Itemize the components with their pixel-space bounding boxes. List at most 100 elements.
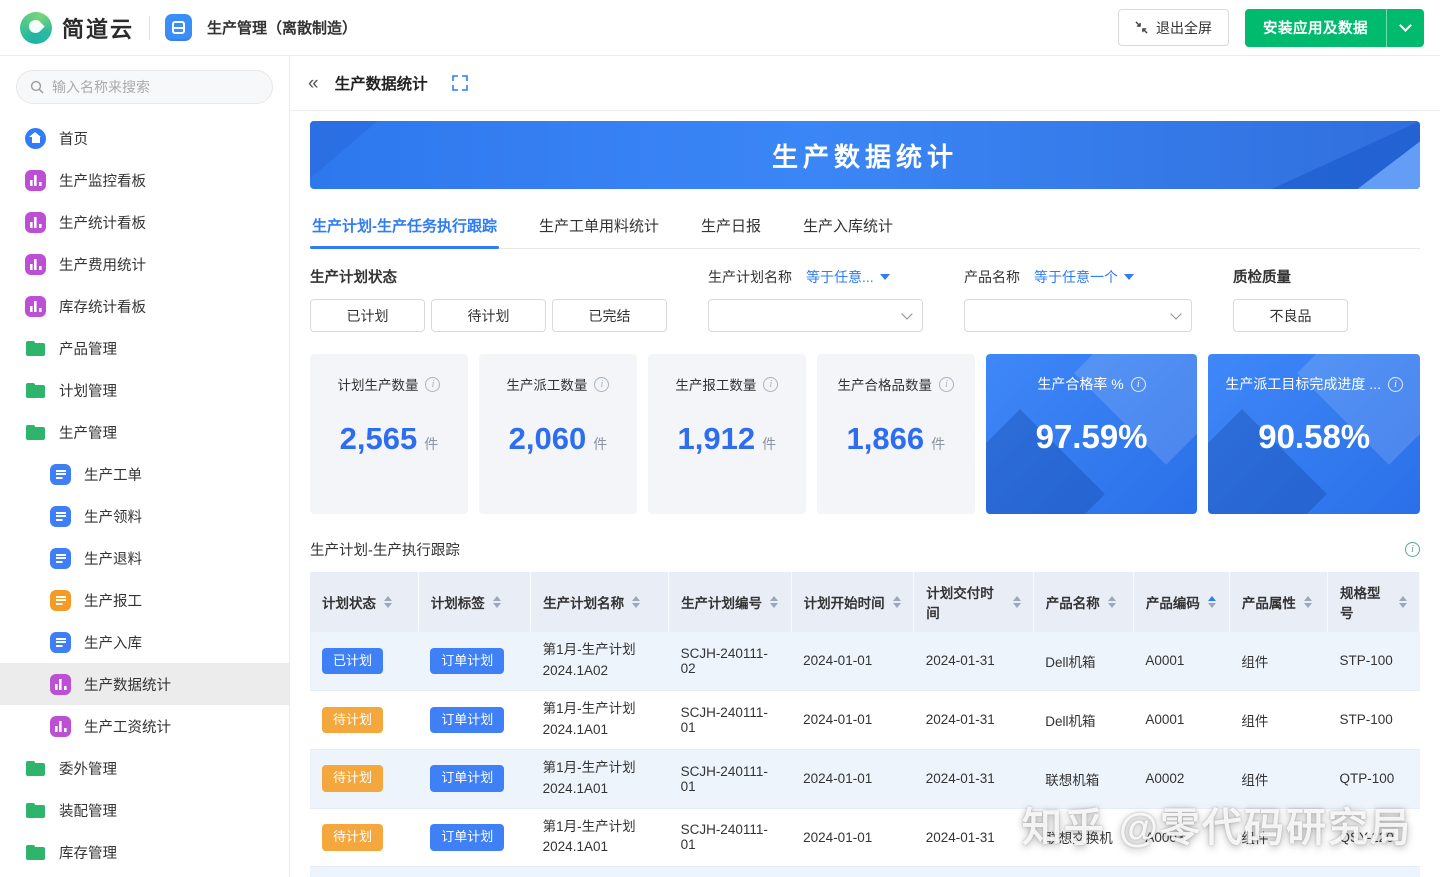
sidebar-item[interactable]: 委外管理 <box>0 747 289 789</box>
sort-icon[interactable] <box>632 596 640 609</box>
dashboard-icon <box>25 296 46 317</box>
sidebar-item-label: 生产费用统计 <box>59 254 146 275</box>
table-row[interactable]: 已计划 订单计划 第1月-生产计划2024.1A03 SCJH-240111-0… <box>310 867 1420 877</box>
cell-status: 已计划 <box>310 867 418 877</box>
plan-name-select[interactable] <box>708 299 923 332</box>
table-row[interactable]: 待计划 订单计划 第1月-生产计划2024.1A01 SCJH-240111-0… <box>310 690 1420 749</box>
filter-option-button[interactable]: 已计划 <box>310 299 425 332</box>
sidebar-item[interactable]: 装配管理 <box>0 789 289 831</box>
dashboard-body: 生产数据统计 生产计划-生产任务执行跟踪生产工单用料统计生产日报生产入库统计 生… <box>290 111 1440 877</box>
sidebar-item[interactable]: 库存管理 <box>0 831 289 873</box>
sidebar-item[interactable]: 生产费用统计 <box>0 243 289 285</box>
sidebar-item[interactable]: 生产领料 <box>0 495 289 537</box>
tab[interactable]: 生产入库统计 <box>801 201 895 248</box>
exit-fullscreen-button[interactable]: 退出全屏 <box>1118 9 1229 46</box>
filter-option-button[interactable]: 不良品 <box>1233 299 1348 332</box>
tab[interactable]: 生产工单用料统计 <box>537 201 661 248</box>
sidebar-search[interactable] <box>16 70 273 104</box>
install-dropdown-button[interactable] <box>1386 9 1424 47</box>
cell-start-date: 2024-01-01 <box>791 749 914 808</box>
sort-icon[interactable] <box>1208 596 1216 609</box>
sidebar-item[interactable]: 生产管理 <box>0 411 289 453</box>
column-header[interactable]: 计划开始时间 <box>791 572 914 632</box>
column-header[interactable]: 计划标签 <box>418 572 530 632</box>
sort-icon[interactable] <box>770 596 778 609</box>
cell-attribute: 组件 <box>1229 690 1327 749</box>
info-icon[interactable] <box>425 377 440 392</box>
sidebar-item[interactable]: 生产退料 <box>0 537 289 579</box>
sidebar-item[interactable]: 生产工资统计 <box>0 705 289 747</box>
info-icon[interactable] <box>594 377 609 392</box>
info-icon[interactable] <box>1131 377 1146 392</box>
sort-icon[interactable] <box>1013 596 1021 609</box>
cell-plan-code: SCJH-240111-01 <box>669 690 792 749</box>
column-header-label: 计划交付时间 <box>926 582 1005 622</box>
column-header[interactable]: 计划状态 <box>310 572 418 632</box>
header-left: 简道云 生产管理（离散制造） <box>20 12 357 44</box>
fullscreen-icon[interactable] <box>452 75 468 91</box>
column-header-label: 生产计划编号 <box>681 592 762 612</box>
column-header[interactable]: 产品名称 <box>1033 572 1133 632</box>
sort-icon[interactable] <box>1399 596 1407 609</box>
plan-name-operator-dropdown[interactable]: 等于任意... <box>806 267 890 287</box>
cell-plan-code: SCJH-240111-02 <box>669 632 792 690</box>
info-icon[interactable] <box>939 377 954 392</box>
sidebar-item[interactable]: 生产监控看板 <box>0 159 289 201</box>
sidebar-item[interactable]: 库存统计看板 <box>0 285 289 327</box>
sidebar-item[interactable]: 产品管理 <box>0 327 289 369</box>
column-header[interactable]: 产品编码 <box>1133 572 1229 632</box>
table-row[interactable]: 待计划 订单计划 第1月-生产计划2024.1A01 SCJH-240111-0… <box>310 808 1420 867</box>
table-row[interactable]: 待计划 订单计划 第1月-生产计划2024.1A01 SCJH-240111-0… <box>310 749 1420 808</box>
install-app-button[interactable]: 安装应用及数据 <box>1245 9 1424 47</box>
cell-status: 待计划 <box>310 749 418 808</box>
cell-attribute: 组件 <box>1229 749 1327 808</box>
filter-plan-status: 生产计划状态 已计划待计划已完结 <box>310 267 667 332</box>
table-row[interactable]: 已计划 订单计划 第1月-生产计划2024.1A02 SCJH-240111-0… <box>310 632 1420 690</box>
column-header[interactable]: 计划交付时间 <box>914 572 1034 632</box>
collapse-sidebar-icon[interactable]: « <box>308 74 319 93</box>
sidebar-item-label: 生产报工 <box>84 590 142 611</box>
sort-icon[interactable] <box>893 596 901 609</box>
sort-icon[interactable] <box>1304 596 1312 609</box>
sidebar-item[interactable]: 生产报工 <box>0 579 289 621</box>
stat-label: 生产派工数量 <box>506 374 587 394</box>
folder-icon <box>25 842 46 863</box>
sidebar-item[interactable]: 生产入库 <box>0 621 289 663</box>
sidebar: 首页 生产监控看板 生产统计看板 生产费用统计 库存统计看板 产品管理 计划管理… <box>0 56 290 877</box>
sidebar-item-label: 生产管理 <box>59 422 117 443</box>
tag-badge: 订单计划 <box>430 648 504 674</box>
brand-logo-text: 简道云 <box>62 12 134 44</box>
filter-option-button[interactable]: 已完结 <box>552 299 667 332</box>
brand-logo[interactable]: 简道云 <box>20 12 134 44</box>
cell-product: 联想机箱 <box>1033 749 1133 808</box>
column-header[interactable]: 生产计划编号 <box>669 572 792 632</box>
stat-value: 97.59% <box>1036 418 1148 456</box>
product-name-select[interactable] <box>964 299 1192 332</box>
sidebar-item-label: 生产监控看板 <box>59 170 146 191</box>
column-header[interactable]: 产品属性 <box>1229 572 1327 632</box>
sidebar-item-label: 生产领料 <box>84 506 142 527</box>
tab[interactable]: 生产日报 <box>699 201 763 248</box>
info-icon[interactable] <box>763 377 778 392</box>
filter-option-button[interactable]: 待计划 <box>431 299 546 332</box>
product-operator-dropdown[interactable]: 等于任意一个 <box>1034 267 1134 287</box>
sidebar-item[interactable]: 首页 <box>0 117 289 159</box>
sidebar-item[interactable]: 生产工单 <box>0 453 289 495</box>
tab[interactable]: 生产计划-生产任务执行跟踪 <box>310 201 499 248</box>
info-icon[interactable] <box>1388 377 1403 392</box>
sort-icon[interactable] <box>384 596 392 609</box>
sidebar-item[interactable]: 生产统计看板 <box>0 201 289 243</box>
cell-spec: SYR-100 <box>1327 867 1419 877</box>
folder-icon <box>25 800 46 821</box>
column-header[interactable]: 规格型号 <box>1327 572 1419 632</box>
sidebar-item[interactable]: 生产数据统计 <box>0 663 289 705</box>
app-title: 生产管理（离散制造） <box>207 17 357 38</box>
search-input[interactable] <box>52 79 259 95</box>
cell-due-date: 2024-01-31 <box>914 867 1034 877</box>
column-header[interactable]: 生产计划名称 <box>531 572 669 632</box>
sidebar-item[interactable]: 计划管理 <box>0 369 289 411</box>
sort-icon[interactable] <box>1108 596 1116 609</box>
banner-decoration <box>310 121 440 189</box>
sort-icon[interactable] <box>493 596 501 609</box>
info-icon[interactable] <box>1405 542 1420 557</box>
